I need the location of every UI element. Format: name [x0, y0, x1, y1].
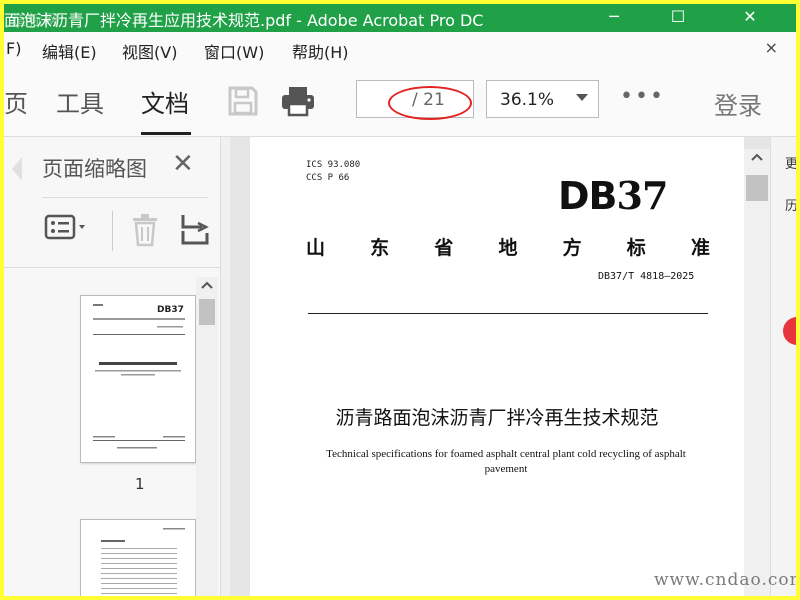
menu-file[interactable]: F)	[6, 39, 21, 58]
svg-text:DB37: DB37	[157, 305, 184, 315]
thumbnail-panel: 页面缩略图 ✕ DB37 1	[4, 137, 221, 596]
province-char: 东	[370, 237, 390, 259]
title-watermark: 道标网	[12, 13, 60, 29]
menu-edit[interactable]: 编辑(E)	[42, 39, 97, 63]
scroll-thumb[interactable]	[746, 175, 768, 201]
close-document-button[interactable]: ×	[765, 38, 778, 57]
province-char: 标	[626, 237, 646, 259]
doc-province-line: 山 东 省 地 方 标 准	[306, 233, 710, 260]
dropdown-caret-icon[interactable]	[576, 94, 588, 101]
panel-divider	[42, 197, 208, 198]
site-watermark: www.cndao.com	[654, 570, 796, 590]
menu-view[interactable]: 视图(V)	[122, 39, 177, 63]
province-char: 方	[562, 237, 582, 259]
menu-window[interactable]: 窗口(W)	[204, 39, 264, 63]
thumbnail-page-1[interactable]: DB37	[80, 295, 196, 463]
scroll-up-icon[interactable]	[196, 278, 218, 292]
menu-help[interactable]: 帮助(H)	[292, 39, 349, 63]
db-logo: DB37	[558, 173, 669, 218]
zoom-value: 36.1%	[500, 90, 555, 110]
province-char: 准	[690, 237, 710, 259]
document-page: ICS 93.080 CCS P 66 DB37 山 东 省 地 方 标 准 D…	[250, 137, 744, 596]
save-icon[interactable]	[226, 84, 260, 122]
thumbnail-scrollbar[interactable]	[196, 277, 218, 596]
province-char: 地	[498, 237, 518, 259]
thumbnail-page-2[interactable]	[80, 519, 196, 596]
document-area: ICS 93.080 CCS P 66 DB37 山 东 省 地 方 标 准 D…	[230, 137, 770, 596]
more-icon[interactable]: •••	[620, 84, 665, 109]
print-icon[interactable]	[280, 84, 316, 122]
window-title: 面泡沫沥青厂拌冷再生应用技术规范.pdf - Adobe Acrobat Pro…	[4, 11, 484, 30]
ccs-text: CCS P 66	[306, 173, 350, 183]
close-window-button[interactable]: ✕	[728, 4, 772, 32]
tab-document[interactable]: 文档	[141, 84, 189, 119]
ics-text: ICS 93.080	[306, 160, 361, 170]
db-number: 37	[616, 173, 669, 218]
doc-ics-code: ICS 93.080 CCS P 66	[306, 159, 360, 185]
toolbar: 页 工具 文档 / 21 36.1% ••• 登录	[4, 62, 796, 137]
scroll-up-icon[interactable]	[744, 149, 770, 165]
login-button[interactable]: 登录	[714, 86, 762, 121]
trash-icon[interactable]	[130, 213, 160, 251]
doc-title-chinese: 沥青路面泡沫沥青厂拌冷再生技术规范	[335, 407, 659, 429]
tab-home[interactable]: 页	[4, 84, 28, 119]
right-pane-text: 历	[785, 199, 796, 214]
menu-bar: F) 编辑(E) 视图(V) 窗口(W) 帮助(H) ×	[4, 32, 796, 62]
maximize-button[interactable]: ☐	[656, 4, 700, 32]
tab-tools[interactable]: 工具	[56, 84, 104, 119]
close-panel-icon[interactable]: ✕	[172, 149, 194, 179]
doc-standard-code: DB37/T 4818—2025	[598, 271, 695, 282]
active-tab-underline	[141, 132, 191, 135]
minimize-button[interactable]: ─	[592, 4, 636, 32]
thumbnail-page-number: 1	[135, 475, 145, 493]
options-icon[interactable]	[44, 213, 92, 247]
doc-title-english: Technical specifications for foamed asph…	[326, 448, 686, 475]
panel-divider	[4, 267, 220, 268]
scroll-thumb[interactable]	[199, 299, 215, 325]
panel-notch	[12, 157, 22, 181]
document-scrollbar[interactable]	[744, 149, 770, 596]
title-bar: 面泡沫沥青厂拌冷再生应用技术规范.pdf - Adobe Acrobat Pro…	[4, 4, 796, 32]
doc-divider	[308, 313, 708, 314]
province-char: 山	[306, 237, 326, 259]
acrobat-window: 面泡沫沥青厂拌冷再生应用技术规范.pdf - Adobe Acrobat Pro…	[4, 4, 796, 596]
toolbar-separator	[112, 211, 113, 251]
right-pane-text: 更	[785, 157, 796, 172]
right-pane-red-tab[interactable]	[783, 317, 796, 345]
panel-title: 页面缩略图	[42, 157, 147, 181]
annotation-ellipse	[388, 86, 472, 120]
crop-icon[interactable]	[180, 213, 210, 251]
db-prefix: DB	[558, 174, 618, 218]
province-char: 省	[434, 237, 454, 259]
right-pane-strip: 更 历	[770, 137, 796, 596]
